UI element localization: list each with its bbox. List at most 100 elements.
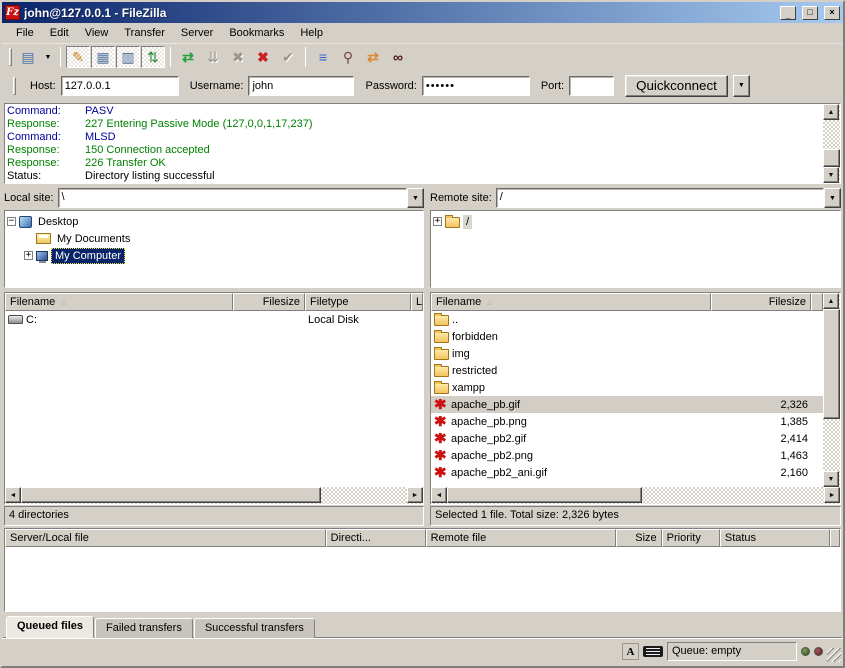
scroll-left-icon[interactable]: ◄ <box>431 487 447 503</box>
queue-list-area[interactable] <box>5 547 840 611</box>
reconnect-button[interactable]: ✔ <box>276 46 300 68</box>
menu-edit[interactable]: Edit <box>42 24 77 42</box>
local-hscroll-thumb[interactable] <box>21 487 321 503</box>
find-files-button[interactable]: ∞ <box>386 46 410 68</box>
window-resize-grip[interactable] <box>827 648 841 662</box>
scroll-right-icon[interactable]: ► <box>407 487 423 503</box>
log-vertical-scrollbar[interactable]: ▲ ▼ <box>823 104 840 183</box>
local-horizontal-scrollbar[interactable]: ◄ ► <box>5 487 423 504</box>
remote-site-combo[interactable]: / ▼ <box>496 188 841 208</box>
column-header-filesize[interactable]: Filesize <box>711 293 811 311</box>
site-manager-dropdown-button[interactable]: ▼ <box>41 46 55 68</box>
scroll-up-icon[interactable]: ▲ <box>823 104 839 120</box>
remote-site-dropdown-button[interactable]: ▼ <box>824 188 841 208</box>
remote-file-row[interactable]: restricted <box>431 362 823 379</box>
expand-icon[interactable]: + <box>433 217 442 226</box>
toggle-remote-tree-button[interactable]: ▥ <box>116 46 140 68</box>
remote-vscroll-thumb[interactable] <box>823 309 840 419</box>
log-scrollbar-thumb[interactable] <box>823 149 840 167</box>
column-header-filename[interactable]: Filename▵ <box>431 293 711 311</box>
menu-help[interactable]: Help <box>292 24 331 42</box>
speed-limit-indicator-icon[interactable] <box>643 646 663 657</box>
tree-item-label[interactable]: My Documents <box>54 232 133 246</box>
column-header-status[interactable]: Status <box>720 529 830 547</box>
password-input[interactable] <box>422 76 530 96</box>
menu-view[interactable]: View <box>77 24 117 42</box>
tab-queued-files[interactable]: Queued files <box>6 616 94 638</box>
scroll-up-icon[interactable]: ▲ <box>823 293 839 309</box>
tree-item-label[interactable]: / <box>463 215 472 229</box>
remote-file-row[interactable]: ✱apache_pb.png 1,385 <box>431 413 823 430</box>
filter-button[interactable]: ≡ <box>311 46 335 68</box>
remote-file-row[interactable]: ✱apache_pb2.gif 2,414 <box>431 430 823 447</box>
close-button[interactable]: × <box>824 6 840 20</box>
column-header-filetype[interactable]: Filetype <box>305 293 411 311</box>
tab-failed-transfers[interactable]: Failed transfers <box>95 618 193 638</box>
port-input[interactable] <box>569 76 614 96</box>
scroll-down-icon[interactable]: ▼ <box>823 471 839 487</box>
expand-icon[interactable]: + <box>24 251 33 260</box>
scroll-right-icon[interactable]: ► <box>824 487 840 503</box>
scroll-left-icon[interactable]: ◄ <box>5 487 21 503</box>
quickbar-grip[interactable] <box>13 77 16 95</box>
site-manager-button[interactable]: ▤ <box>16 46 40 68</box>
remote-file-row[interactable]: forbidden <box>431 328 823 345</box>
tree-item-my-computer[interactable]: + My Computer <box>7 247 423 264</box>
column-header-direction[interactable]: Directi... <box>326 529 426 547</box>
tree-item-label[interactable]: Desktop <box>35 215 81 229</box>
tree-item-label[interactable]: My Computer <box>51 248 125 264</box>
remote-file-row-selected[interactable]: ✱apache_pb.gif 2,326 <box>431 396 823 413</box>
refresh-button[interactable]: ⇄ <box>176 46 200 68</box>
collapse-icon[interactable]: − <box>7 217 16 226</box>
local-file-row-c-drive[interactable]: C: Local Disk <box>5 311 423 328</box>
menu-file[interactable]: File <box>8 24 42 42</box>
tree-item-root[interactable]: + / <box>433 213 840 230</box>
tree-item-desktop[interactable]: − Desktop <box>7 213 423 230</box>
tab-successful-transfers[interactable]: Successful transfers <box>194 618 315 638</box>
message-log[interactable]: Command:PASV Response:227 Entering Passi… <box>5 104 823 183</box>
quickconnect-dropdown-button[interactable]: ▼ <box>733 75 750 97</box>
menu-bookmarks[interactable]: Bookmarks <box>221 24 292 42</box>
remote-file-row[interactable]: img <box>431 345 823 362</box>
remote-directory-tree[interactable]: + / <box>430 210 841 288</box>
remote-site-value[interactable]: / <box>496 188 824 208</box>
scroll-down-icon[interactable]: ▼ <box>823 167 839 183</box>
menu-server[interactable]: Server <box>173 24 221 42</box>
cancel-operation-button[interactable]: ✖ <box>226 46 250 68</box>
process-queue-button[interactable]: ⇊ <box>201 46 225 68</box>
remote-horizontal-scrollbar[interactable]: ◄ ► <box>431 487 840 504</box>
column-header-lastmodified[interactable]: L <box>411 293 423 311</box>
toggle-transfer-queue-button[interactable]: ⇅ <box>141 46 165 68</box>
column-header-filesize[interactable]: Filesize <box>233 293 305 311</box>
remote-file-row[interactable]: .. <box>431 311 823 328</box>
toolbar-grip[interactable] <box>9 48 12 66</box>
remote-list-rows[interactable]: .. forbidden img restricted <box>431 311 823 487</box>
menu-transfer[interactable]: Transfer <box>116 24 173 42</box>
local-list-rows[interactable]: C: Local Disk <box>5 311 423 487</box>
tree-item-my-documents[interactable]: My Documents <box>7 230 423 247</box>
maximize-button[interactable]: □ <box>802 6 818 20</box>
remote-file-row[interactable]: xampp <box>431 379 823 396</box>
toggle-message-log-button[interactable]: ✎ <box>66 46 90 68</box>
quickconnect-button[interactable]: Quickconnect <box>625 75 728 97</box>
directory-comparison-button[interactable]: ⚲ <box>336 46 360 68</box>
disconnect-button[interactable]: ✖ <box>251 46 275 68</box>
synchronized-browsing-button[interactable]: ⇄ <box>361 46 385 68</box>
local-site-combo[interactable]: \ ▼ <box>58 188 424 208</box>
toggle-local-tree-button[interactable]: ▦ <box>91 46 115 68</box>
minimize-button[interactable]: _ <box>780 6 796 20</box>
remote-hscroll-thumb[interactable] <box>447 487 642 503</box>
remote-file-row[interactable]: ✱apache_pb2.png 1,463 <box>431 447 823 464</box>
remote-vertical-scrollbar[interactable]: ▲ ▼ <box>823 293 840 487</box>
remote-file-row[interactable]: ✱apache_pb2_ani.gif 2,160 <box>431 464 823 481</box>
local-directory-tree[interactable]: − Desktop My Documents + My Computer <box>4 210 424 288</box>
column-header-priority[interactable]: Priority <box>662 529 720 547</box>
local-site-dropdown-button[interactable]: ▼ <box>407 188 424 208</box>
column-header-server-local-file[interactable]: Server/Local file <box>5 529 326 547</box>
column-header-size[interactable]: Size <box>616 529 661 547</box>
transfer-type-ascii-icon[interactable]: A <box>622 643 639 660</box>
local-site-value[interactable]: \ <box>58 188 407 208</box>
column-header-filename[interactable]: Filename▵ <box>5 293 233 311</box>
column-header-remote-file[interactable]: Remote file <box>426 529 617 547</box>
username-input[interactable] <box>248 76 354 96</box>
